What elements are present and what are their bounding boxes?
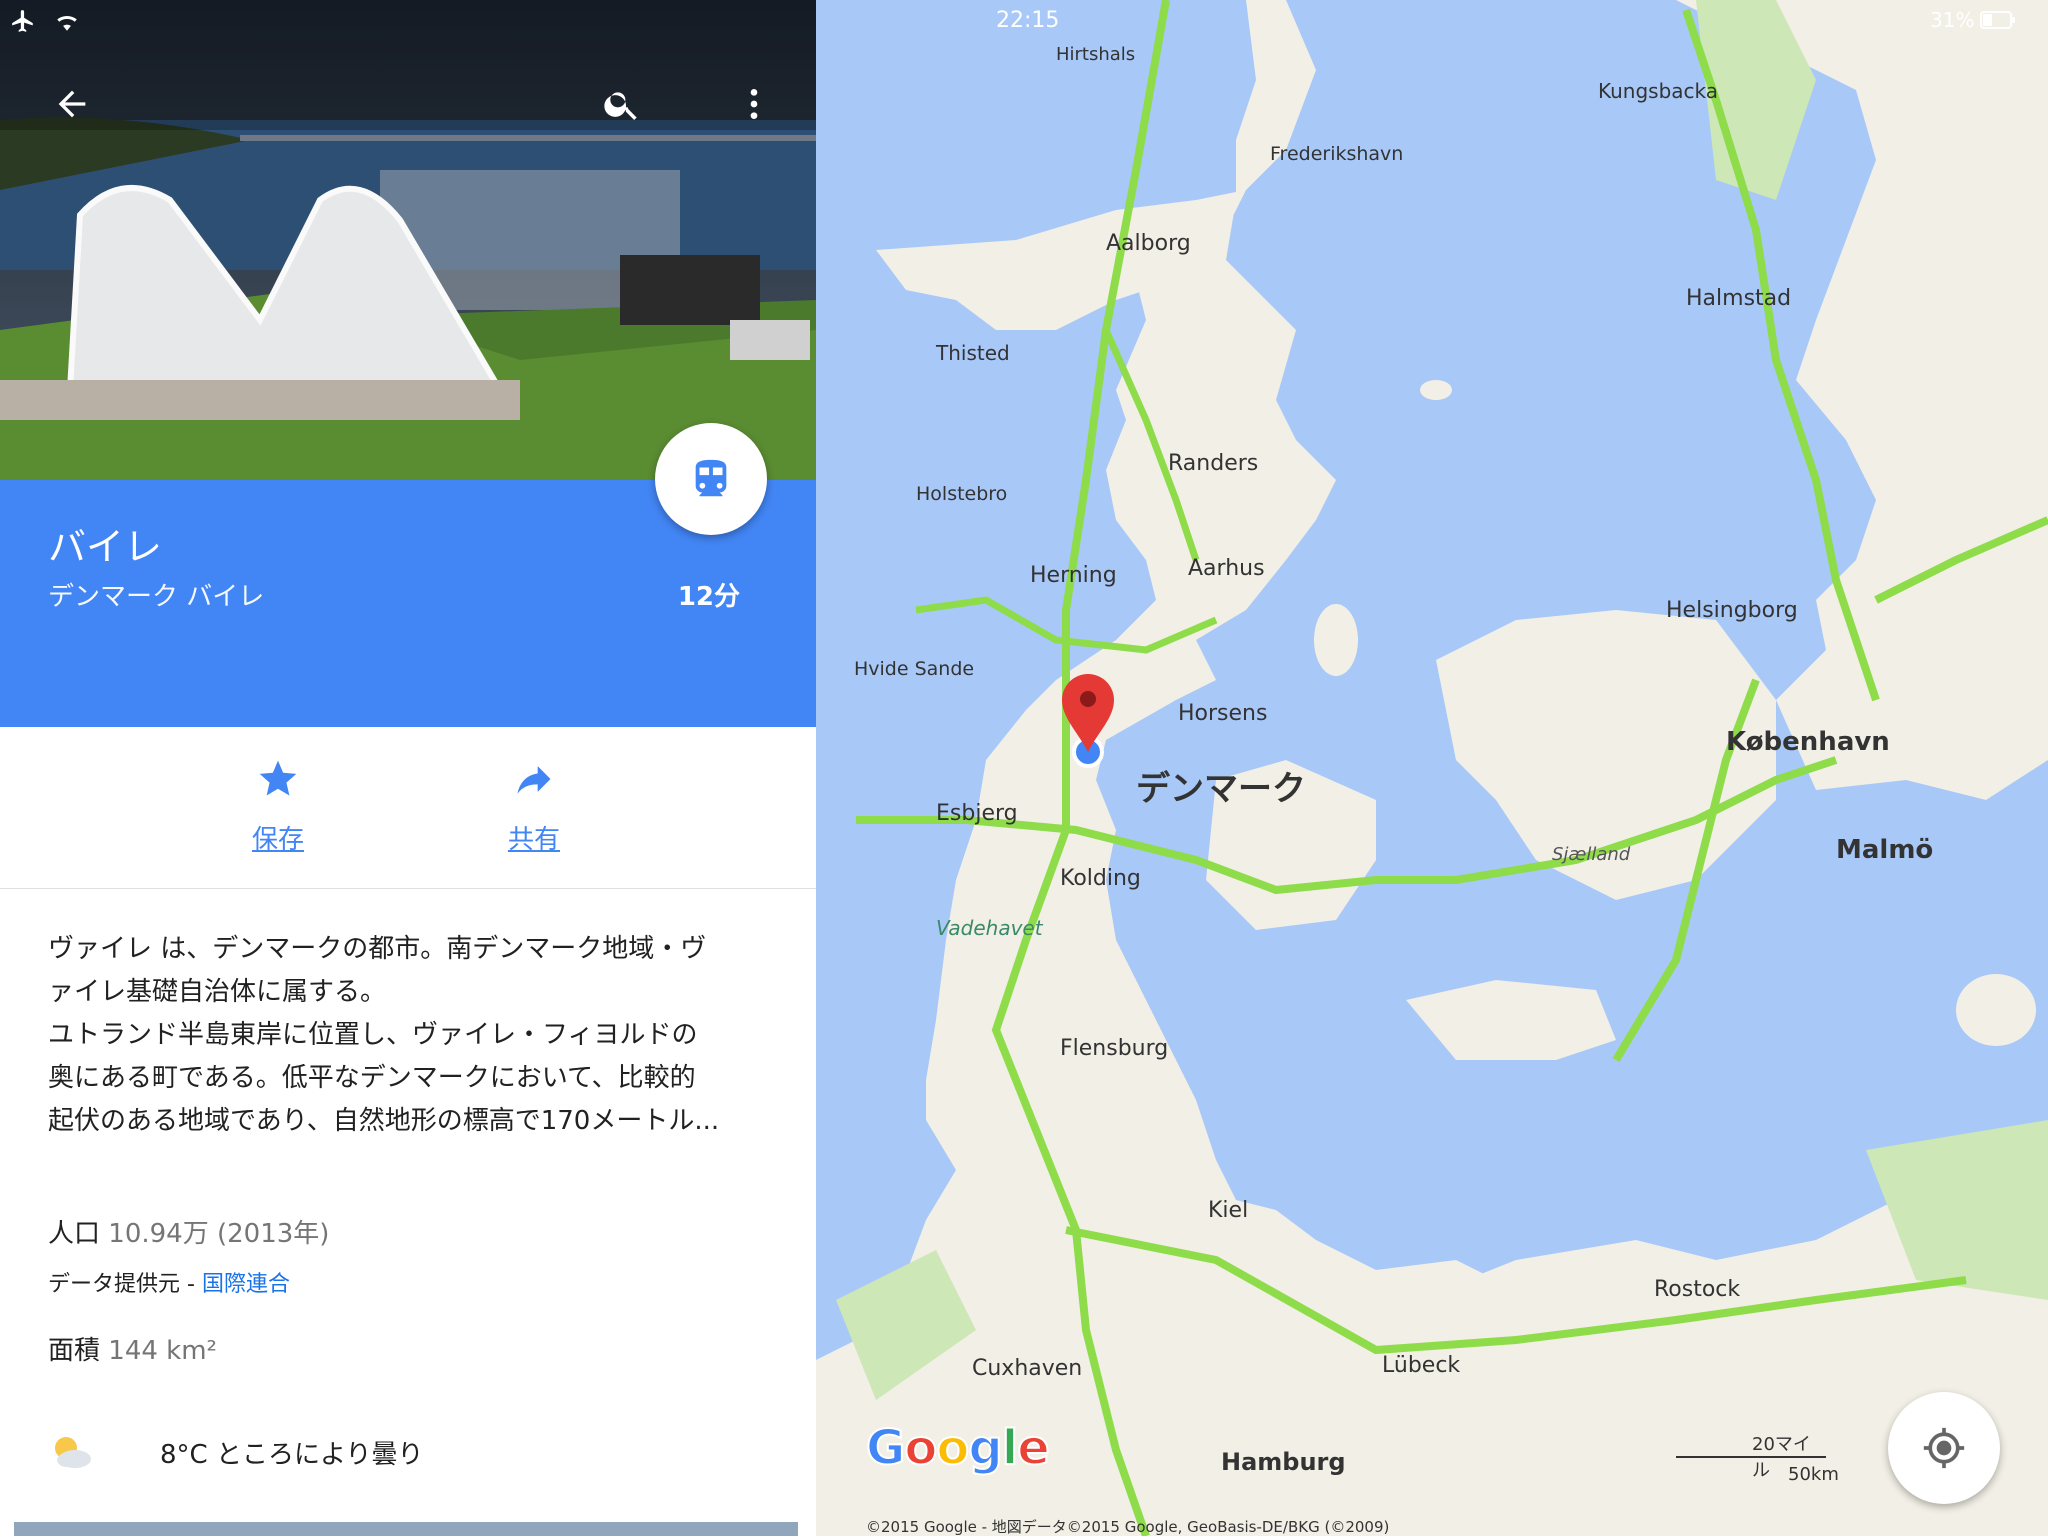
land-anholt xyxy=(1420,380,1452,400)
battery-percent: 31% xyxy=(1930,8,1975,32)
weather-row: 8°C ところにより曇り xyxy=(48,1432,423,1472)
back-button[interactable] xyxy=(42,74,102,134)
share-button[interactable]: 共有 xyxy=(454,757,614,856)
svg-text:Kolding: Kolding xyxy=(1060,866,1141,891)
travel-time[interactable]: 12分 xyxy=(678,576,740,613)
place-photo[interactable] xyxy=(0,0,816,480)
description-line: 起伏のある地域であり、自然地形の標高で170メートル... xyxy=(48,1106,720,1136)
my-location-icon xyxy=(1923,1427,1965,1469)
map-attribution: ©2015 Google - 地図データ©2015 Google, GeoBas… xyxy=(866,1518,1390,1536)
more-vert-icon xyxy=(750,89,758,119)
data-source: データ提供元 - 国際連合 xyxy=(48,1266,290,1298)
map-view[interactable]: Hirtshals Frederikshavn Aalborg Thisted … xyxy=(816,0,2048,1536)
partly-cloudy-icon xyxy=(55,1437,91,1468)
next-photo-strip[interactable] xyxy=(14,1522,798,1536)
weather-text: 8°C ところにより曇り xyxy=(160,1440,424,1470)
svg-text:Sjælland: Sjælland xyxy=(1552,844,1631,865)
svg-text:Frederikshavn: Frederikshavn xyxy=(1270,143,1403,165)
share-arrow-icon xyxy=(517,766,551,794)
svg-text:Vadehavet: Vadehavet xyxy=(936,916,1044,940)
svg-text:Rostock: Rostock xyxy=(1654,1277,1740,1302)
place-title: バイレ xyxy=(48,525,163,569)
svg-text:Flensburg: Flensburg xyxy=(1060,1036,1168,1061)
svg-text:Aalborg: Aalborg xyxy=(1106,231,1191,256)
train-icon xyxy=(695,459,727,497)
svg-text:Hvide Sande: Hvide Sande xyxy=(854,658,974,680)
my-location-button[interactable] xyxy=(1888,1392,2000,1504)
svg-text:Randers: Randers xyxy=(1168,451,1258,476)
place-description: ヴァイレ は、デンマークの都市。南デンマーク地域・ヴ ァイレ基礎自治体に属する。… xyxy=(48,928,778,1143)
search-icon xyxy=(604,92,637,120)
description-line: 奥にある町である。低平なデンマークにおいて、比較的 xyxy=(48,1063,696,1093)
status-time: 22:15 xyxy=(996,8,1060,33)
svg-text:Helsingborg: Helsingborg xyxy=(1666,598,1798,623)
arrow-back-icon xyxy=(58,90,86,118)
population-fact: 人口 10.94万 (2013年) xyxy=(48,1213,329,1250)
svg-text:デンマーク: デンマーク xyxy=(1136,769,1306,809)
svg-text:Kungsbacka: Kungsbacka xyxy=(1598,79,1718,103)
svg-text:Malmö: Malmö xyxy=(1836,835,1933,865)
svg-text:Hamburg: Hamburg xyxy=(1221,1448,1346,1476)
map-scale: 20マイル 50km xyxy=(1676,1430,1839,1500)
land-bornholm-part xyxy=(1956,974,2036,1046)
status-icons xyxy=(10,8,80,34)
svg-text:Aarhus: Aarhus xyxy=(1188,556,1265,581)
area-value: 144 km² xyxy=(108,1336,217,1366)
search-button[interactable] xyxy=(592,74,652,134)
save-label: 保存 xyxy=(251,825,304,855)
svg-text:Herning: Herning xyxy=(1030,563,1117,588)
google-logo: Google xyxy=(865,1419,1051,1477)
action-bar: 保存 共有 xyxy=(0,727,816,889)
transit-directions-button[interactable] xyxy=(655,423,767,535)
population-label: 人口 xyxy=(48,1219,101,1249)
description-line: ァイレ基礎自治体に属する。 xyxy=(48,977,387,1007)
share-label: 共有 xyxy=(507,825,560,855)
area-fact: 面積 144 km² xyxy=(48,1330,217,1367)
svg-text:Cuxhaven: Cuxhaven xyxy=(972,1356,1082,1381)
scale-km: 50km xyxy=(1788,1464,1839,1485)
source-link[interactable]: 国際連合 xyxy=(202,1272,290,1297)
svg-text:Thisted: Thisted xyxy=(935,341,1010,365)
place-subtitle: デンマーク バイレ xyxy=(48,582,265,612)
wifi-icon xyxy=(57,15,77,31)
svg-text:Halmstad: Halmstad xyxy=(1686,286,1791,311)
description-line: ユトランド半島東岸に位置し、ヴァイレ・フィヨルドの xyxy=(48,1020,698,1050)
more-options-button[interactable] xyxy=(724,74,784,134)
place-panel: バイレ デンマーク バイレ 12分 保存 共有 ヴァイレ は、デンマークの都市。… xyxy=(0,0,816,1536)
svg-text:Hirtshals: Hirtshals xyxy=(1056,44,1135,65)
svg-text:Horsens: Horsens xyxy=(1178,701,1267,726)
land-samso xyxy=(1314,604,1358,676)
svg-text:Esbjerg: Esbjerg xyxy=(936,801,1018,826)
area-label: 面積 xyxy=(48,1336,101,1366)
airplane-icon xyxy=(12,10,33,32)
battery-icon xyxy=(1980,11,2016,29)
description-line: ヴァイレ は、デンマークの都市。南デンマーク地域・ヴ xyxy=(48,934,707,964)
svg-text:Lübeck: Lübeck xyxy=(1382,1353,1460,1378)
svg-text:København: København xyxy=(1726,727,1890,757)
star-icon xyxy=(259,760,297,796)
svg-text:Kiel: Kiel xyxy=(1208,1198,1248,1223)
save-button[interactable]: 保存 xyxy=(198,757,358,856)
source-prefix: データ提供元 - xyxy=(48,1272,202,1297)
population-value: 10.94万 (2013年) xyxy=(108,1219,330,1249)
svg-text:Holstebro: Holstebro xyxy=(916,483,1007,505)
status-battery: 31% xyxy=(1930,8,2016,32)
